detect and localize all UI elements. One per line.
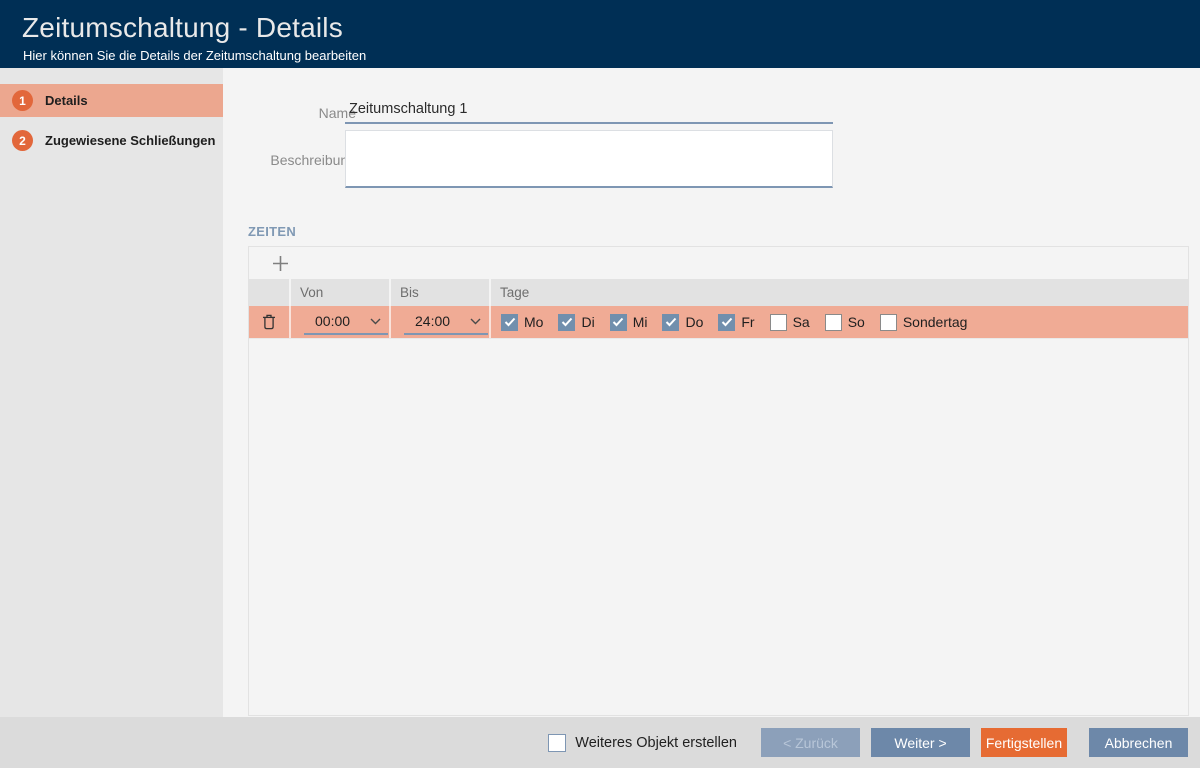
checkbox-unchecked[interactable] xyxy=(825,314,842,331)
time-row: 00:00 24:00 Mo Di Mi Do Fr Sa So Sondertag xyxy=(249,306,1188,339)
chevron-down-icon[interactable] xyxy=(470,318,481,325)
step-number-badge: 2 xyxy=(12,130,33,151)
name-field-label: Name xyxy=(248,105,356,121)
name-input[interactable] xyxy=(345,98,833,124)
times-table: Von Bis Tage 00:00 xyxy=(248,246,1189,716)
day-toggle-sondertag[interactable]: Sondertag xyxy=(880,314,968,331)
bis-column-header: Bis xyxy=(389,279,489,306)
times-table-toolbar xyxy=(249,247,1188,279)
main-content: Name Beschreibung ZEITEN Von Bis Tage xyxy=(223,68,1200,717)
bis-time-select[interactable]: 24:00 xyxy=(404,310,488,335)
chevron-down-icon[interactable] xyxy=(370,318,381,325)
von-cell: 00:00 xyxy=(289,306,389,338)
tage-column-header: Tage xyxy=(489,279,1188,306)
day-toggle-fr[interactable]: Fr xyxy=(718,314,754,331)
von-time-value: 00:00 xyxy=(315,313,350,329)
checkbox-checked-icon[interactable] xyxy=(501,314,518,331)
step-label: Zugewiesene Schließungen xyxy=(45,133,215,148)
footer-bar: Weiteres Objekt erstellen < Zurück Weite… xyxy=(0,717,1200,768)
create-another-label: Weiteres Objekt erstellen xyxy=(575,735,737,751)
day-label: So xyxy=(848,314,865,330)
day-toggle-di[interactable]: Di xyxy=(558,314,594,331)
create-another-option[interactable]: Weiteres Objekt erstellen xyxy=(548,734,737,752)
checkbox-checked-icon[interactable] xyxy=(662,314,679,331)
day-toggle-mi[interactable]: Mi xyxy=(610,314,648,331)
sidebar-step-zugewiesene-schliessungen[interactable]: 2 Zugewiesene Schließungen xyxy=(0,124,223,157)
days-cell: Mo Di Mi Do Fr Sa So Sondertag xyxy=(489,306,1188,338)
day-label: Sondertag xyxy=(903,314,968,330)
create-another-checkbox[interactable] xyxy=(548,734,566,752)
bis-time-value: 24:00 xyxy=(415,313,450,329)
day-label: Mi xyxy=(633,314,648,330)
sidebar-step-details[interactable]: 1 Details xyxy=(0,84,223,117)
day-toggle-do[interactable]: Do xyxy=(662,314,703,331)
day-label: Mo xyxy=(524,314,543,330)
times-table-header: Von Bis Tage xyxy=(249,279,1188,306)
trash-icon xyxy=(262,314,276,330)
delete-column-header xyxy=(249,279,289,306)
day-toggle-so[interactable]: So xyxy=(825,314,865,331)
step-label: Details xyxy=(45,93,88,108)
description-field-label: Beschreibung xyxy=(248,152,356,168)
checkbox-unchecked[interactable] xyxy=(880,314,897,331)
delete-cell xyxy=(249,306,289,338)
zeiten-section-title: ZEITEN xyxy=(248,224,296,239)
checkbox-checked-icon[interactable] xyxy=(718,314,735,331)
next-button[interactable]: Weiter > xyxy=(871,728,970,757)
bis-cell: 24:00 xyxy=(389,306,489,338)
finish-button[interactable]: Fertigstellen xyxy=(981,728,1067,757)
back-button[interactable]: < Zurück xyxy=(761,728,860,757)
wizard-sidebar: 1 Details 2 Zugewiesene Schließungen xyxy=(0,68,223,717)
day-label: Fr xyxy=(741,314,754,330)
plus-icon xyxy=(272,255,289,272)
day-label: Do xyxy=(685,314,703,330)
von-time-select[interactable]: 00:00 xyxy=(304,310,388,335)
zeitumschaltung-details-window: Zeitumschaltung - Details Hier können Si… xyxy=(0,0,1200,768)
delete-row-button[interactable] xyxy=(256,309,282,335)
page-title: Zeitumschaltung - Details xyxy=(22,12,343,44)
checkbox-checked-icon[interactable] xyxy=(610,314,627,331)
checkbox-unchecked[interactable] xyxy=(770,314,787,331)
page-subtitle: Hier können Sie die Details der Zeitumsc… xyxy=(23,48,366,63)
checkbox-checked-icon[interactable] xyxy=(558,314,575,331)
day-toggle-sa[interactable]: Sa xyxy=(770,314,810,331)
day-toggle-mo[interactable]: Mo xyxy=(501,314,543,331)
step-number-badge: 1 xyxy=(12,90,33,111)
page-header: Zeitumschaltung - Details Hier können Si… xyxy=(0,0,1200,68)
day-label: Sa xyxy=(793,314,810,330)
description-input[interactable] xyxy=(345,130,833,188)
add-time-row-button[interactable] xyxy=(269,252,291,274)
cancel-button[interactable]: Abbrechen xyxy=(1089,728,1188,757)
day-label: Di xyxy=(581,314,594,330)
von-column-header: Von xyxy=(289,279,389,306)
